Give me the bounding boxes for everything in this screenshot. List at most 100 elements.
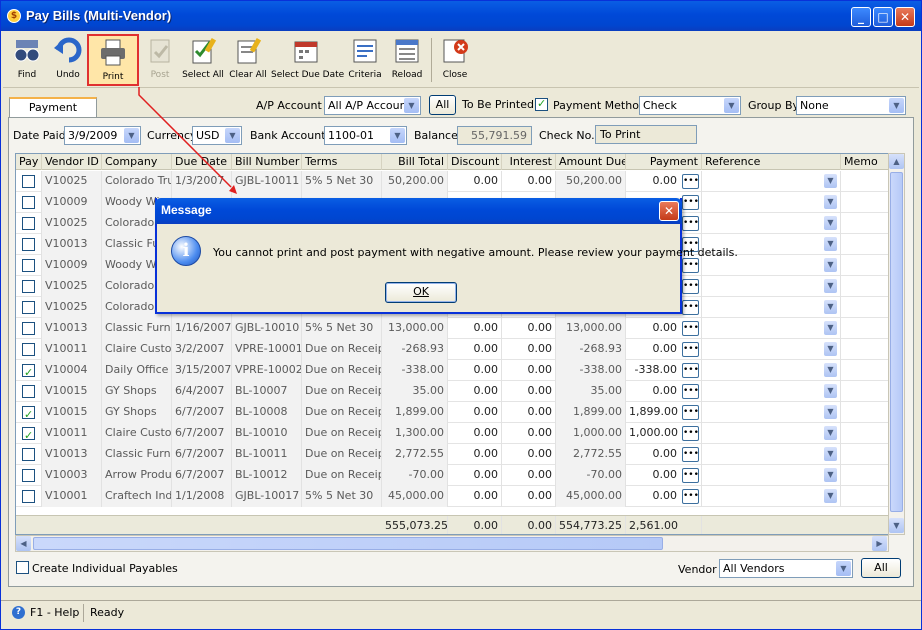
payment-method-combo[interactable]: Check ▼ — [639, 96, 741, 115]
chevron-down-icon[interactable]: ▼ — [724, 98, 739, 113]
table-row[interactable]: V10011Claire Custom6/7/2007BL-10010Due o… — [16, 423, 888, 444]
print-button[interactable]: Print — [87, 34, 139, 86]
memo-cell[interactable] — [841, 339, 888, 360]
chevron-down-icon[interactable]: ▼ — [824, 195, 837, 209]
check-no-field[interactable]: To Print — [595, 125, 697, 144]
col-bill-number[interactable]: Bill Number — [232, 154, 302, 170]
date-paid-picker[interactable]: 3/9/2009 ▼ — [64, 126, 141, 145]
reference-cell[interactable]: ▼ — [702, 297, 841, 318]
payment-method-checkbox[interactable] — [535, 97, 548, 111]
reference-cell[interactable]: ▼ — [702, 465, 841, 486]
minimize-button[interactable]: _ — [851, 7, 871, 27]
memo-cell[interactable] — [841, 297, 888, 318]
pay-checkbox[interactable] — [22, 175, 35, 188]
grid-horizontal-scrollbar[interactable]: ◀ ▶ — [15, 535, 889, 552]
pay-checkbox[interactable] — [22, 426, 35, 444]
ellipsis-icon[interactable]: ••• — [682, 300, 699, 315]
post-button[interactable]: Post — [143, 34, 177, 86]
tab-payment-details[interactable]: Payment Details — [9, 97, 97, 132]
select-due-date-button[interactable]: Select Due Date — [271, 34, 344, 86]
reference-cell[interactable]: ▼ — [702, 339, 841, 360]
chevron-down-icon[interactable]: ▼ — [889, 98, 904, 113]
chevron-down-icon[interactable]: ▼ — [824, 363, 837, 377]
chevron-down-icon[interactable]: ▼ — [824, 237, 837, 251]
title-bar[interactable]: $ Pay Bills (Multi-Vendor) _ □ ✕ — [1, 1, 921, 31]
memo-cell[interactable] — [841, 423, 888, 444]
ellipsis-icon[interactable]: ••• — [682, 258, 699, 273]
col-payment[interactable]: Payment — [626, 154, 702, 170]
ellipsis-icon[interactable]: ••• — [682, 426, 699, 441]
vendor-combo[interactable]: All Vendors ▼ — [719, 559, 853, 578]
col-memo[interactable]: Memo — [841, 154, 888, 170]
ap-account-combo[interactable]: All A/P Account ▼ — [324, 96, 421, 115]
chevron-down-icon[interactable]: ▼ — [225, 128, 240, 143]
reference-cell[interactable]: ▼ — [702, 381, 841, 402]
reference-cell[interactable]: ▼ — [702, 402, 841, 423]
pay-checkbox[interactable] — [22, 405, 35, 423]
ellipsis-icon[interactable]: ••• — [682, 342, 699, 357]
reference-cell[interactable]: ▼ — [702, 192, 841, 213]
chevron-down-icon[interactable]: ▼ — [824, 426, 837, 440]
reference-cell[interactable]: ▼ — [702, 171, 841, 192]
pay-checkbox[interactable] — [22, 280, 35, 293]
ellipsis-icon[interactable]: ••• — [682, 468, 699, 483]
group-by-combo[interactable]: None ▼ — [796, 96, 906, 115]
memo-cell[interactable] — [841, 381, 888, 402]
ellipsis-icon[interactable]: ••• — [682, 321, 699, 336]
table-row[interactable]: V10004Daily Office P3/15/2007VPRE-10002D… — [16, 360, 888, 381]
col-company[interactable]: Company — [102, 154, 172, 170]
ellipsis-icon[interactable]: ••• — [682, 216, 699, 231]
ellipsis-icon[interactable]: ••• — [682, 489, 699, 504]
chevron-down-icon[interactable]: ▼ — [824, 258, 837, 272]
pay-checkbox[interactable] — [22, 196, 35, 209]
ellipsis-icon[interactable]: ••• — [682, 447, 699, 462]
col-bill-total[interactable]: Bill Total — [382, 154, 448, 170]
horizontal-scroll-thumb[interactable] — [33, 537, 663, 550]
col-reference[interactable]: Reference — [702, 154, 841, 170]
chevron-down-icon[interactable]: ▼ — [824, 489, 837, 503]
memo-cell[interactable] — [841, 171, 888, 192]
pay-checkbox[interactable] — [22, 490, 35, 503]
chevron-down-icon[interactable]: ▼ — [824, 405, 837, 419]
chevron-down-icon[interactable]: ▼ — [824, 384, 837, 398]
ok-button[interactable]: OK — [385, 282, 457, 303]
reference-cell[interactable]: ▼ — [702, 360, 841, 381]
chevron-down-icon[interactable]: ▼ — [824, 300, 837, 314]
create-individual-payables-checkbox[interactable] — [16, 561, 29, 574]
scroll-left-icon[interactable]: ◀ — [16, 536, 31, 551]
reference-cell[interactable]: ▼ — [702, 213, 841, 234]
undo-button[interactable]: Undo — [49, 34, 87, 86]
pay-checkbox[interactable] — [22, 363, 35, 381]
vertical-scroll-thumb[interactable] — [890, 172, 903, 512]
ellipsis-icon[interactable]: ••• — [682, 405, 699, 420]
memo-cell[interactable] — [841, 192, 888, 213]
memo-cell[interactable] — [841, 402, 888, 423]
reload-button[interactable]: Reload — [387, 34, 427, 86]
chevron-down-icon[interactable]: ▼ — [836, 561, 851, 576]
ellipsis-icon[interactable]: ••• — [682, 384, 699, 399]
memo-cell[interactable] — [841, 276, 888, 297]
chevron-down-icon[interactable]: ▼ — [824, 174, 837, 188]
bank-account-combo[interactable]: 1100-01 ▼ — [324, 126, 407, 145]
memo-cell[interactable] — [841, 318, 888, 339]
currency-combo[interactable]: USD ▼ — [192, 126, 242, 145]
table-row[interactable]: V10001 Craftech Indu 1/1/2008 GJBL-10017 5% … — [16, 486, 888, 507]
col-pay[interactable]: Pay — [16, 154, 42, 170]
ellipsis-icon[interactable]: ••• — [682, 363, 699, 378]
chevron-down-icon[interactable]: ▼ — [824, 468, 837, 482]
chevron-down-icon[interactable]: ▼ — [824, 447, 837, 461]
col-discount[interactable]: Discount — [448, 154, 502, 170]
chevron-down-icon[interactable]: ▼ — [404, 98, 419, 113]
ellipsis-icon[interactable]: ••• — [682, 195, 699, 210]
dialog-title-bar[interactable]: Message ✕ — [155, 198, 682, 224]
chevron-down-icon[interactable]: ▼ — [824, 279, 837, 293]
pay-checkbox[interactable] — [22, 301, 35, 314]
close-form-button[interactable]: Close — [437, 34, 473, 86]
pay-checkbox[interactable] — [22, 469, 35, 482]
ap-all-button[interactable]: All — [429, 95, 456, 115]
pay-checkbox[interactable] — [22, 448, 35, 461]
ellipsis-icon[interactable]: ••• — [682, 279, 699, 294]
reference-cell[interactable]: ▼ — [702, 318, 841, 339]
pay-checkbox[interactable] — [22, 238, 35, 251]
close-window-button[interactable]: ✕ — [895, 7, 915, 27]
